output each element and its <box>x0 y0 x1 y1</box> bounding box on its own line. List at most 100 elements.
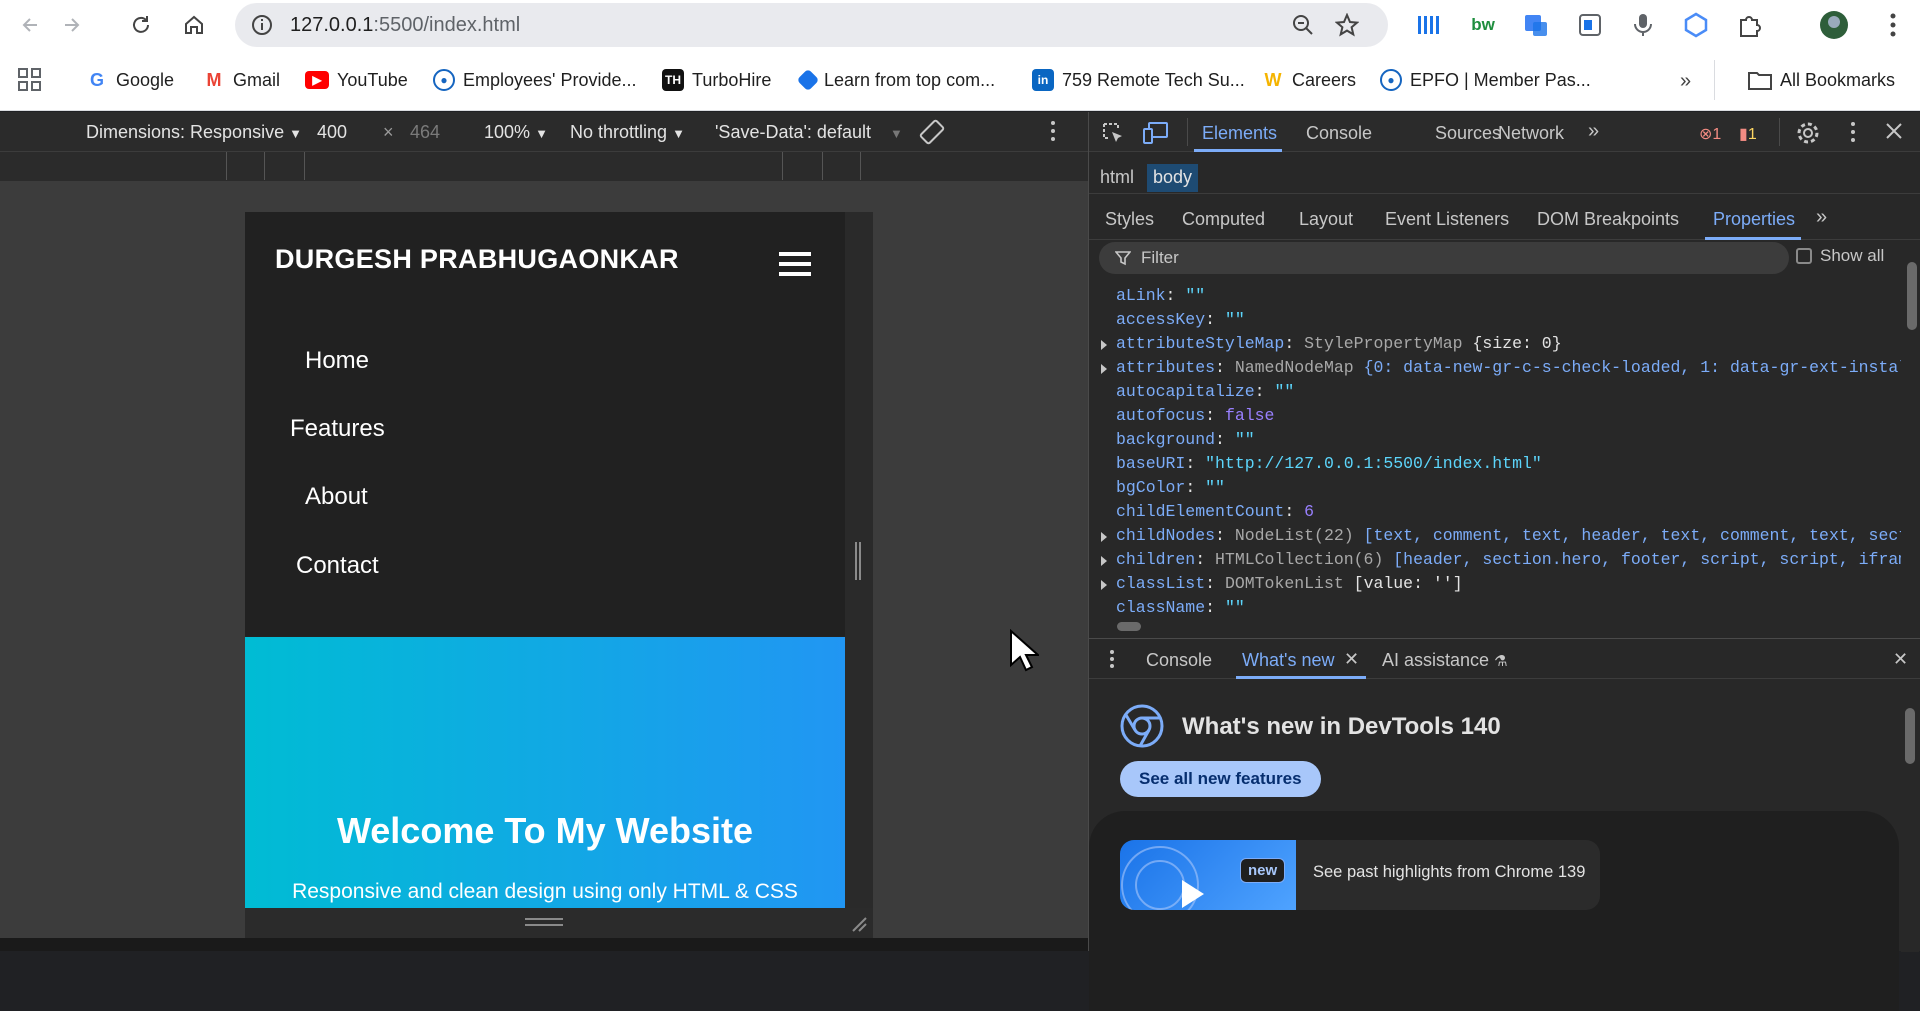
property-row[interactable]: bgColor: "" <box>1089 478 1901 502</box>
properties-filter[interactable]: Filter <box>1099 242 1789 274</box>
subtab-styles[interactable]: Styles <box>1105 209 1154 230</box>
scrollbar-thumb[interactable] <box>1905 708 1915 764</box>
bookmark-star-icon[interactable] <box>1335 13 1359 37</box>
nav-link-features[interactable]: Features <box>245 415 845 443</box>
microphone-icon[interactable] <box>1628 10 1658 40</box>
extensions-puzzle-icon[interactable] <box>1735 10 1765 40</box>
bookmark-remote-tech[interactable]: in 759 Remote Tech Su... <box>1032 66 1245 94</box>
all-bookmarks-button[interactable]: All Bookmarks <box>1748 66 1895 94</box>
settings-gear-icon[interactable] <box>1796 121 1820 145</box>
drawer-menu-dots-icon[interactable] <box>1109 649 1115 669</box>
height-input[interactable]: 464 <box>410 122 440 143</box>
inspect-element-icon[interactable] <box>1101 121 1125 145</box>
drawer-scrollbar[interactable] <box>1901 680 1919 952</box>
customize-dots-icon[interactable] <box>1850 121 1856 143</box>
nav-link-about[interactable]: About <box>245 483 845 511</box>
subtab-event-listeners[interactable]: Event Listeners <box>1385 209 1509 230</box>
close-tab-icon[interactable]: ✕ <box>1344 649 1359 670</box>
bookmark-careers[interactable]: W Careers <box>1262 66 1356 94</box>
expand-triangle-icon[interactable] <box>1101 556 1107 566</box>
nav-link-home[interactable]: Home <box>245 347 845 375</box>
expand-triangle-icon[interactable] <box>1101 340 1107 350</box>
see-all-features-button[interactable]: See all new features <box>1120 761 1321 797</box>
property-row[interactable]: childNodes: NodeList(22) [text, comment,… <box>1089 526 1901 550</box>
device-toggle-icon[interactable] <box>1143 121 1169 145</box>
drawer-tab-whats-new[interactable]: What's new <box>1242 650 1334 671</box>
bookmark-learn[interactable]: Learn from top com... <box>796 66 995 94</box>
property-row[interactable]: children: HTMLCollection(6) [header, sec… <box>1089 550 1901 574</box>
hamburger-menu-icon[interactable] <box>779 252 811 282</box>
subtab-properties[interactable]: Properties <box>1713 209 1795 230</box>
expand-triangle-icon[interactable] <box>1101 532 1107 542</box>
drawer-tab-ai-assistance[interactable]: AI assistance ⚗ <box>1382 650 1508 671</box>
property-row[interactable]: attributeStyleMap: StylePropertyMap {siz… <box>1089 334 1901 358</box>
more-tabs-chevron-icon[interactable]: » <box>1588 120 1599 143</box>
extension-icon-4[interactable] <box>1575 10 1605 40</box>
device-scrollbar[interactable] <box>845 212 873 938</box>
throttling-dropdown[interactable]: No throttling ▼ <box>570 122 685 143</box>
error-count-badge[interactable]: ⊗1 <box>1699 124 1721 144</box>
scrollbar-thumb[interactable] <box>1907 262 1917 330</box>
expand-triangle-icon[interactable] <box>1101 580 1107 590</box>
resize-corner-icon[interactable] <box>851 916 867 932</box>
translate-extension-icon[interactable] <box>1521 10 1551 40</box>
extension-icon-1[interactable] <box>1413 10 1443 40</box>
close-drawer-icon[interactable]: ✕ <box>1893 649 1908 670</box>
apps-grid-icon[interactable] <box>18 68 42 92</box>
property-row[interactable]: classList: DOMTokenList [value: ''] <box>1089 574 1901 598</box>
rotate-icon[interactable] <box>918 118 946 146</box>
tab-console[interactable]: Console <box>1306 123 1372 144</box>
properties-vertical-scrollbar[interactable] <box>1903 242 1920 622</box>
property-row[interactable]: autocapitalize: "" <box>1089 382 1901 406</box>
breadcrumb-body[interactable]: body <box>1147 164 1199 192</box>
warning-count-badge[interactable]: ▮1 <box>1739 124 1757 144</box>
close-devtools-icon[interactable] <box>1885 122 1903 140</box>
zoom-dropdown[interactable]: 100% ▼ <box>484 122 548 143</box>
property-row[interactable]: attributes: NamedNodeMap {0: data-new-gr… <box>1089 358 1901 382</box>
expand-triangle-icon[interactable] <box>1101 364 1107 374</box>
dimensions-dropdown[interactable]: Dimensions: Responsive ▼ <box>86 122 302 143</box>
more-bookmarks-chevron-icon[interactable]: » <box>1680 70 1691 93</box>
width-input[interactable]: 400 <box>317 122 347 143</box>
properties-horizontal-scrollbar[interactable] <box>1089 618 1903 634</box>
breadcrumb-html[interactable]: html <box>1094 164 1140 192</box>
url-text[interactable]: 127.0.0.1:5500/index.html <box>290 14 520 37</box>
bookmark-epfo-member[interactable]: ● EPFO | Member Pas... <box>1380 66 1591 94</box>
property-row[interactable]: background: "" <box>1089 430 1901 454</box>
nav-link-contact[interactable]: Contact <box>245 552 845 580</box>
scrollbar-thumb[interactable] <box>1117 622 1141 631</box>
property-row[interactable]: childElementCount: 6 <box>1089 502 1901 526</box>
home-button[interactable] <box>177 8 211 42</box>
tab-sources[interactable]: Sources <box>1435 123 1501 144</box>
property-row[interactable]: className: "" <box>1089 598 1901 617</box>
extension-icon-6[interactable] <box>1681 10 1711 40</box>
bw-extension-icon[interactable]: bw <box>1468 10 1498 40</box>
tab-elements[interactable]: Elements <box>1202 123 1277 144</box>
bookmark-turbohire[interactable]: TH TurboHire <box>662 66 771 94</box>
subtab-dom-breakpoints[interactable]: DOM Breakpoints <box>1537 209 1679 230</box>
resize-handle-right[interactable] <box>855 542 861 580</box>
property-row[interactable]: aLink: "" <box>1089 286 1901 310</box>
tab-network[interactable]: Network <box>1498 123 1564 144</box>
subtab-computed[interactable]: Computed <box>1182 209 1265 230</box>
forward-button[interactable] <box>54 8 88 42</box>
back-button[interactable] <box>14 8 48 42</box>
past-highlights-link[interactable]: new See past highlights from Chrome 139 <box>1120 840 1600 910</box>
bookmark-google[interactable]: G Google <box>86 66 174 94</box>
profile-avatar[interactable] <box>1818 10 1850 40</box>
more-subtabs-chevron-icon[interactable]: » <box>1816 206 1827 229</box>
bookmark-youtube[interactable]: ▶ YouTube <box>305 66 408 94</box>
bookmark-gmail[interactable]: M Gmail <box>203 66 280 94</box>
address-bar[interactable]: 127.0.0.1:5500/index.html <box>235 3 1388 47</box>
show-all-checkbox[interactable] <box>1796 248 1812 264</box>
menu-dots-icon[interactable] <box>1878 10 1908 40</box>
property-row[interactable]: autofocus: false <box>1089 406 1901 430</box>
drawer-tab-console[interactable]: Console <box>1146 650 1212 671</box>
subtab-layout[interactable]: Layout <box>1299 209 1353 230</box>
bookmark-employees-provident[interactable]: ● Employees' Provide... <box>433 66 637 94</box>
reload-button[interactable] <box>124 8 158 42</box>
save-data-dropdown[interactable]: 'Save-Data': default ▼ <box>715 122 903 143</box>
property-row[interactable]: baseURI: "http://127.0.0.1:5500/index.ht… <box>1089 454 1901 478</box>
site-info-icon[interactable] <box>251 14 273 36</box>
property-row[interactable]: accessKey: "" <box>1089 310 1901 334</box>
